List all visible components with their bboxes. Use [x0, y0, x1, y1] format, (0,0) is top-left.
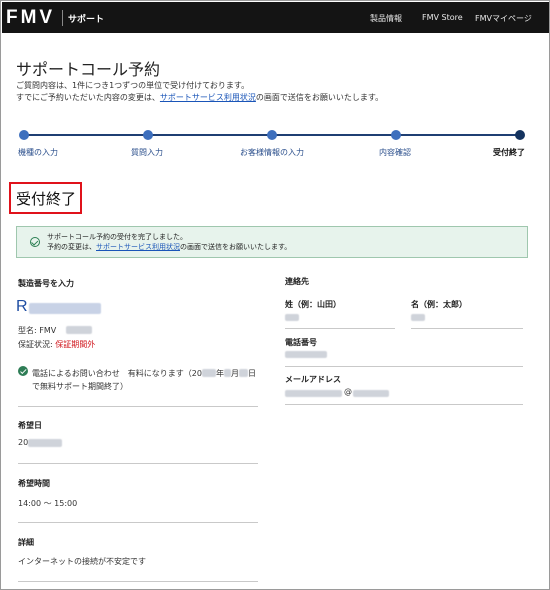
warranty-label: 保証状況:	[18, 340, 56, 349]
model-name: 型名: FMV	[18, 326, 57, 335]
serial-label: 製造番号を入力	[18, 279, 74, 288]
date-redacted	[28, 439, 62, 447]
phone-redacted	[285, 351, 327, 358]
notice-year: 年	[215, 369, 224, 378]
contact-heading: 連絡先	[285, 277, 309, 286]
banner-line-1: サポートコール予約の受付を完了しました。	[47, 233, 187, 241]
step-dot-1	[19, 130, 29, 140]
year-redacted	[201, 369, 216, 377]
divider-phone	[285, 366, 523, 367]
phone-support-notice: 電話によるお問い合わせ 有料になります（20 年月日 で無料サポート期間終了）	[32, 367, 256, 393]
logo-divider	[62, 10, 63, 26]
intro-line-2-post: の画面で送信をお願いいたします。	[255, 93, 384, 102]
month-redacted	[223, 369, 231, 377]
phone-label: 電話番号	[285, 338, 317, 347]
time-value: 14:00 ～ 15:00	[18, 499, 78, 508]
site-header: FMV サポート 製品情報 FMV Store FMVマイページ	[2, 2, 549, 33]
phone-notice-line-2: で無料サポート期間終了）	[32, 382, 128, 391]
completion-heading: 受付終了	[16, 190, 77, 208]
check-circle-icon	[30, 237, 40, 247]
serial-prefix: R	[16, 298, 28, 315]
nav-my-page[interactable]: FMVマイページ	[475, 13, 532, 24]
step-dot-2	[143, 130, 153, 140]
banner-line-2: 予約の変更は、サポートサービス利用状況の画面で送信をお願いいたします。	[47, 242, 291, 252]
date-label: 希望日	[18, 421, 42, 430]
step-label-complete: 受付終了	[493, 148, 525, 157]
first-name-redacted	[411, 314, 425, 321]
first-name-label: 名（例：太郎）	[411, 300, 467, 309]
intro-text: ご質問内容は、1件につき1つずつの単位で受け付けております。 すでにご予約いただ…	[16, 80, 536, 104]
last-name-redacted	[285, 314, 299, 321]
divider-4	[18, 581, 258, 582]
serial-number: R	[16, 298, 28, 316]
intro-line-2-pre: すでにご予約いただいた内容の変更は、	[16, 93, 160, 102]
nav-fmv-store[interactable]: FMV Store	[422, 13, 463, 22]
notice-month: 月	[230, 369, 239, 378]
check-icon	[18, 366, 28, 376]
step-label-model-input: 機種の入力	[18, 148, 58, 157]
email-domain-redacted	[353, 390, 389, 397]
step-label-question-input: 質問入力	[131, 148, 163, 157]
divider-1	[18, 406, 258, 407]
logo-subtitle[interactable]: サポート	[68, 12, 104, 25]
detail-label: 詳細	[18, 538, 34, 547]
banner-text: サポートコール予約の受付を完了しました。 予約の変更は、サポートサービス利用状況…	[47, 232, 291, 252]
model-redacted	[66, 326, 92, 334]
step-dot-3	[267, 130, 277, 140]
date-value: 20	[18, 438, 29, 447]
notice-line-1a: 電話によるお問い合わせ 有料になります（20	[32, 369, 202, 378]
nav-product-info[interactable]: 製品情報	[370, 13, 402, 24]
phone-notice-line-1: 電話によるお問い合わせ 有料になります（20 年月日	[32, 367, 256, 380]
day-redacted	[238, 369, 248, 377]
page-title: サポートコール予約	[16, 60, 161, 79]
banner-line-2-post: の画面で送信をお願いいたします。	[180, 243, 292, 251]
step-label-customer-info: お客様情報の入力	[240, 148, 304, 157]
last-name-label: 姓（例：山田）	[285, 300, 341, 309]
success-banner: サポートコール予約の受付を完了しました。 予約の変更は、サポートサービス利用状況…	[16, 226, 528, 258]
support-usage-link[interactable]: サポートサービス利用状況	[160, 93, 256, 102]
detail-value: インターネットの接続が不安定です	[18, 557, 146, 566]
email-user-redacted	[285, 390, 342, 397]
step-dot-5-current	[515, 130, 525, 140]
notice-day: 日	[247, 369, 256, 378]
page-frame: FMV サポート 製品情報 FMV Store FMVマイページ サポートコール…	[0, 0, 550, 590]
divider-first-name	[411, 328, 523, 329]
divider-2	[18, 463, 258, 464]
time-label: 希望時間	[18, 479, 50, 488]
serial-redacted	[29, 303, 101, 314]
step-dot-4	[391, 130, 401, 140]
warranty-status: 保証状況: 保証期間外	[18, 339, 95, 350]
intro-line-1: ご質問内容は、1件につき1つずつの単位で受け付けております。	[16, 81, 250, 90]
banner-line-2-pre: 予約の変更は、	[47, 243, 96, 251]
divider-email	[285, 404, 523, 405]
fmv-logo[interactable]: FMV	[6, 7, 55, 29]
step-label-confirm: 内容確認	[379, 148, 411, 157]
warranty-value: 保証期間外	[55, 340, 96, 349]
divider-3	[18, 522, 258, 523]
intro-line-2: すでにご予約いただいた内容の変更は、サポートサービス利用状況の画面で送信をお願い…	[16, 92, 536, 104]
email-label: メールアドレス	[285, 375, 341, 384]
divider-last-name	[285, 328, 395, 329]
email-at: @	[344, 387, 352, 396]
banner-support-usage-link[interactable]: サポートサービス利用状況	[96, 243, 180, 251]
